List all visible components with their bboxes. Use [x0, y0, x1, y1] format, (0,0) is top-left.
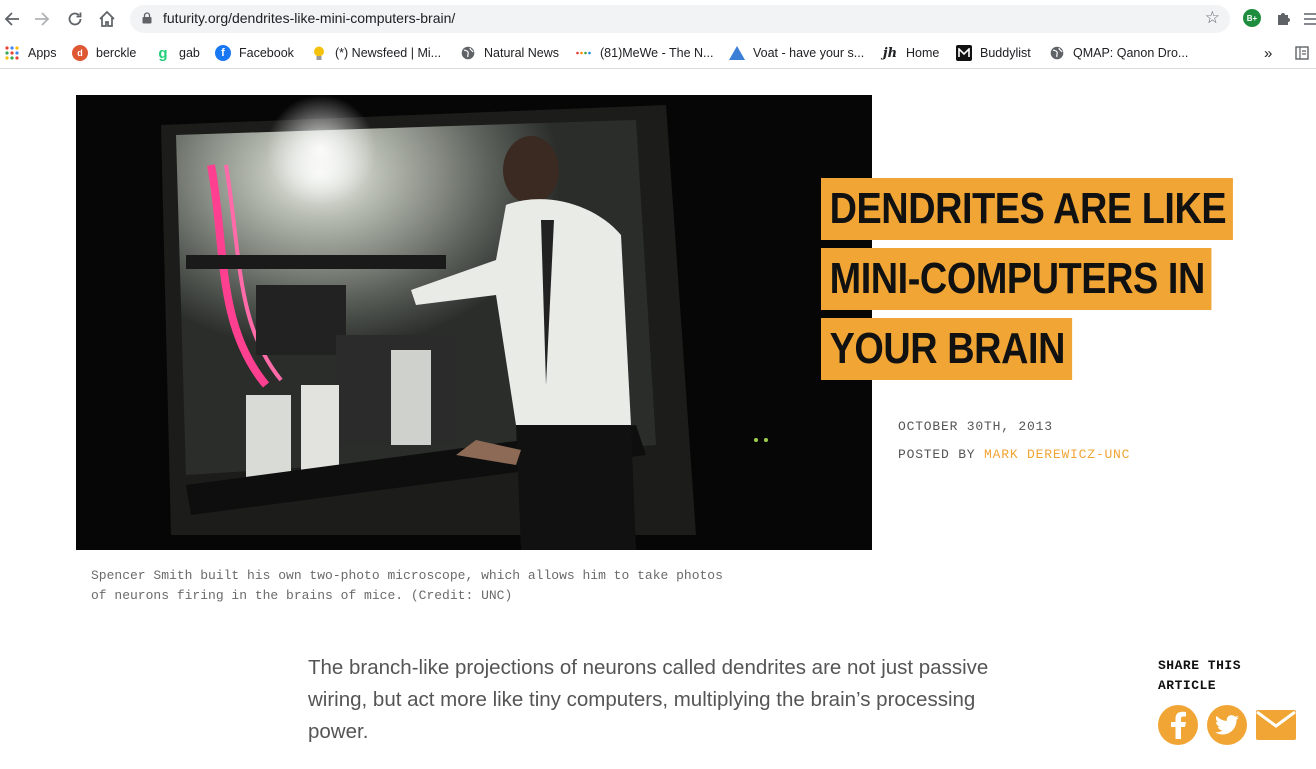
title-line: YOUR BRAIN	[821, 318, 1072, 380]
bookmark-star-icon[interactable]: ☆	[1205, 8, 1220, 28]
extension-badge-icon[interactable]: B+	[1243, 9, 1261, 27]
share-label: SHARE THIS ARTICLE	[1158, 658, 1242, 693]
title-line: DENDRITES ARE LIKE	[821, 178, 1234, 240]
bookmark-gab[interactable]: g gab	[155, 43, 199, 63]
back-arrow-icon[interactable]	[1, 8, 23, 30]
reading-list-icon[interactable]	[1295, 43, 1309, 63]
gab-icon: g	[158, 44, 168, 62]
bookmarks-overflow-button[interactable]: »	[1264, 43, 1272, 63]
share-twitter-icon[interactable]	[1207, 705, 1247, 745]
article-title: DENDRITES ARE LIKE MINI-COMPUTERS IN YOU…	[821, 178, 1241, 388]
hero-photo	[76, 95, 872, 550]
bookmark-natural-news[interactable]: Natural News	[460, 43, 559, 63]
voat-triangle-icon	[729, 45, 745, 61]
share-facebook-icon[interactable]	[1158, 705, 1198, 745]
home-icon[interactable]	[96, 8, 118, 30]
author-link[interactable]: MARK DEREWICZ-UNC	[984, 447, 1130, 462]
menu-icon[interactable]	[1304, 12, 1316, 30]
photo-caption: Spencer Smith built his own two-photo mi…	[91, 568, 723, 603]
bookmark-mewe[interactable]: (81)MeWe - The N...	[576, 43, 713, 63]
bookmark-qmap[interactable]: QMAP: Qanon Dro...	[1049, 43, 1188, 63]
title-line: MINI-COMPUTERS IN	[821, 248, 1212, 310]
share-email-icon[interactable]	[1256, 710, 1296, 740]
duckduckgo-icon: d	[72, 45, 88, 61]
article-lead: The branch-like projections of neurons c…	[308, 656, 989, 743]
forward-arrow-icon[interactable]	[31, 8, 53, 30]
extensions-puzzle-icon[interactable]	[1275, 9, 1293, 32]
bookmark-voat[interactable]: Voat - have your s...	[729, 43, 864, 63]
mewe-dots-icon	[576, 45, 592, 61]
bookmark-apps[interactable]: Apps	[4, 43, 57, 63]
article-date: OCTOBER 30TH, 2013	[898, 419, 1053, 434]
lightbulb-icon	[311, 45, 327, 61]
lock-icon	[142, 12, 152, 24]
reload-icon[interactable]	[64, 8, 86, 30]
facebook-icon: f	[215, 45, 231, 61]
posted-by: POSTED BY MARK DEREWICZ-UNC	[898, 447, 1131, 462]
globe-icon	[1049, 45, 1065, 61]
bookmark-buddylist[interactable]: Buddylist	[956, 43, 1031, 63]
buddylist-icon	[956, 45, 972, 61]
apps-grid-icon	[4, 45, 20, 61]
bookmarks-bar: Apps d berckle g gab f Facebook (*) News…	[0, 38, 1316, 69]
jh-icon: jh	[882, 45, 898, 61]
bookmark-facebook[interactable]: f Facebook	[215, 43, 294, 63]
bookmark-home[interactable]: jh Home	[882, 43, 939, 63]
globe-icon	[460, 45, 476, 61]
bookmark-berckle[interactable]: d berckle	[72, 43, 136, 63]
bookmark-newsfeed[interactable]: (*) Newsfeed | Mi...	[311, 43, 441, 63]
browser-toolbar: futurity.org/dendrites-like-mini-compute…	[0, 0, 1316, 37]
url-text: futurity.org/dendrites-like-mini-compute…	[163, 10, 456, 26]
address-bar[interactable]: futurity.org/dendrites-like-mini-compute…	[130, 5, 1230, 33]
